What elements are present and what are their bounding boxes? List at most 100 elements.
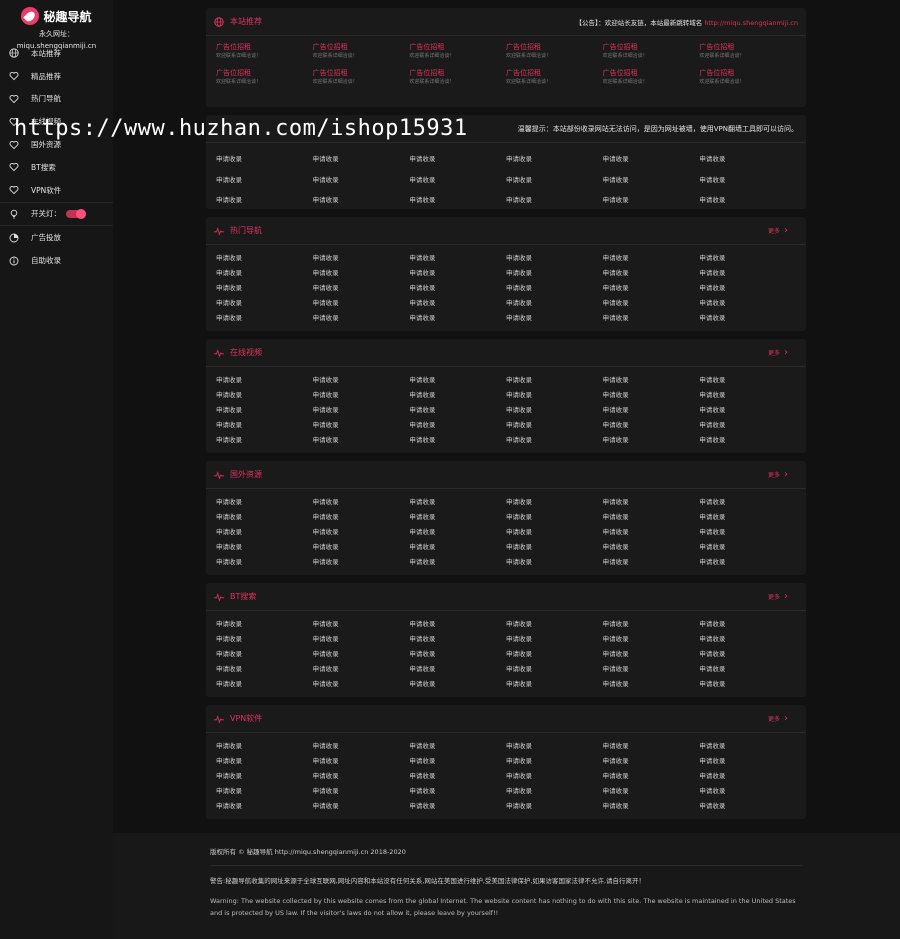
link-item[interactable]: 申请收录 <box>506 739 603 754</box>
link-item[interactable]: 申请收录 <box>699 555 796 570</box>
link-item[interactable]: 申请收录 <box>409 418 506 433</box>
link-item[interactable]: 申请收录 <box>216 525 313 540</box>
link-item[interactable]: 申请收录 <box>313 555 410 570</box>
link-item[interactable]: 申请收录 <box>699 388 796 403</box>
link-item[interactable]: 申请收录 <box>603 433 700 448</box>
link-item[interactable]: 申请收录 <box>506 555 603 570</box>
link-item[interactable]: 申请收录 <box>216 799 313 814</box>
link-item[interactable]: 申请收录 <box>409 251 506 266</box>
link-item[interactable]: 申请收录 <box>603 555 700 570</box>
link-item[interactable]: 申请收录 <box>216 677 313 692</box>
link-item[interactable]: 申请收录 <box>603 799 700 814</box>
ad-slot[interactable]: 广告位招租 欢迎联系详细洽谈！ <box>699 68 796 85</box>
sidebar-item[interactable]: 自助收录 <box>0 249 113 272</box>
ad-slot[interactable]: 广告位招租 欢迎联系详细洽谈！ <box>216 42 313 59</box>
link-item[interactable]: 申请收录 <box>409 555 506 570</box>
link-item[interactable]: 申请收录 <box>603 662 700 677</box>
link-item[interactable]: 申请收录 <box>313 540 410 555</box>
link-item[interactable]: 申请收录 <box>699 662 796 677</box>
link-item[interactable]: 申请收录 <box>506 769 603 784</box>
link-item[interactable]: 申请收录 <box>409 296 506 311</box>
link-item[interactable]: 申请收录 <box>506 388 603 403</box>
link-item[interactable]: 申请收录 <box>409 433 506 448</box>
link-item[interactable]: 申请收录 <box>409 373 506 388</box>
link-item[interactable]: 申请收录 <box>216 281 313 296</box>
ad-slot[interactable]: 广告位招租 欢迎联系详细洽谈！ <box>506 68 603 85</box>
link-item[interactable]: 申请收录 <box>216 540 313 555</box>
link-item[interactable]: 申请收录 <box>699 418 796 433</box>
link-item[interactable]: 申请收录 <box>313 495 410 510</box>
link-item[interactable]: 申请收录 <box>216 510 313 525</box>
link-item[interactable]: 申请收录 <box>409 799 506 814</box>
more-link[interactable]: 更多 › <box>768 591 788 602</box>
link-item[interactable]: 申请收录 <box>699 149 796 170</box>
link-item[interactable]: 申请收录 <box>699 311 796 326</box>
link-item[interactable]: 申请收录 <box>603 769 700 784</box>
link-item[interactable]: 申请收录 <box>506 266 603 281</box>
link-item[interactable]: 申请收录 <box>313 311 410 326</box>
link-item[interactable]: 申请收录 <box>506 510 603 525</box>
link-item[interactable]: 申请收录 <box>313 647 410 662</box>
site-logo[interactable]: 秘趣导航 <box>0 0 113 28</box>
link-item[interactable]: 申请收录 <box>409 525 506 540</box>
sidebar-item[interactable]: BT搜索 <box>0 156 113 179</box>
more-link[interactable]: 更多 › <box>768 225 788 236</box>
sidebar-item[interactable]: 广告投放 <box>0 226 113 249</box>
link-item[interactable]: 申请收录 <box>699 266 796 281</box>
link-item[interactable]: 申请收录 <box>699 632 796 647</box>
link-item[interactable]: 申请收录 <box>216 769 313 784</box>
link-item[interactable]: 申请收录 <box>216 495 313 510</box>
sidebar-item[interactable]: VPN软件 <box>0 179 113 202</box>
link-item[interactable]: 申请收录 <box>506 373 603 388</box>
notice-url[interactable]: http://miqu.shengqianmiji.cn <box>704 19 798 27</box>
link-item[interactable]: 申请收录 <box>409 266 506 281</box>
link-item[interactable]: 申请收录 <box>506 403 603 418</box>
link-item[interactable]: 申请收录 <box>313 170 410 191</box>
link-item[interactable]: 申请收录 <box>506 754 603 769</box>
link-item[interactable]: 申请收录 <box>409 510 506 525</box>
link-item[interactable]: 申请收录 <box>409 540 506 555</box>
link-item[interactable]: 申请收录 <box>409 190 506 211</box>
link-item[interactable]: 申请收录 <box>603 373 700 388</box>
ad-slot[interactable]: 广告位招租 欢迎联系详细洽谈！ <box>409 42 506 59</box>
link-item[interactable]: 申请收录 <box>409 647 506 662</box>
link-item[interactable]: 申请收录 <box>699 190 796 211</box>
link-item[interactable]: 申请收录 <box>216 754 313 769</box>
ad-slot[interactable]: 广告位招租 欢迎联系详细洽谈！ <box>603 68 700 85</box>
link-item[interactable]: 申请收录 <box>506 311 603 326</box>
link-item[interactable]: 申请收录 <box>313 739 410 754</box>
link-item[interactable]: 申请收录 <box>313 662 410 677</box>
link-item[interactable]: 申请收录 <box>313 149 410 170</box>
link-item[interactable]: 申请收录 <box>409 281 506 296</box>
link-item[interactable]: 申请收录 <box>699 170 796 191</box>
link-item[interactable]: 申请收录 <box>409 403 506 418</box>
link-item[interactable]: 申请收录 <box>313 632 410 647</box>
link-item[interactable]: 申请收录 <box>313 769 410 784</box>
link-item[interactable]: 申请收录 <box>506 662 603 677</box>
more-link[interactable]: 更多 › <box>768 347 788 358</box>
link-item[interactable]: 申请收录 <box>699 739 796 754</box>
link-item[interactable]: 申请收录 <box>216 418 313 433</box>
link-item[interactable]: 申请收录 <box>313 418 410 433</box>
link-item[interactable]: 申请收录 <box>603 266 700 281</box>
link-item[interactable]: 申请收录 <box>603 190 700 211</box>
ad-slot[interactable]: 广告位招租 欢迎联系详细洽谈！ <box>506 42 603 59</box>
link-item[interactable]: 申请收录 <box>699 647 796 662</box>
link-item[interactable]: 申请收录 <box>603 540 700 555</box>
link-item[interactable]: 申请收录 <box>313 281 410 296</box>
link-item[interactable]: 申请收录 <box>409 754 506 769</box>
link-item[interactable]: 申请收录 <box>603 784 700 799</box>
link-item[interactable]: 申请收录 <box>409 739 506 754</box>
link-item[interactable]: 申请收录 <box>506 799 603 814</box>
link-item[interactable]: 申请收录 <box>216 149 313 170</box>
link-item[interactable]: 申请收录 <box>506 149 603 170</box>
link-item[interactable]: 申请收录 <box>699 296 796 311</box>
link-item[interactable]: 申请收录 <box>603 495 700 510</box>
link-item[interactable]: 申请收录 <box>313 190 410 211</box>
link-item[interactable]: 申请收录 <box>409 170 506 191</box>
link-item[interactable]: 申请收录 <box>313 617 410 632</box>
link-item[interactable]: 申请收录 <box>603 281 700 296</box>
link-item[interactable]: 申请收录 <box>216 784 313 799</box>
link-item[interactable]: 申请收录 <box>216 296 313 311</box>
link-item[interactable]: 申请收录 <box>603 251 700 266</box>
